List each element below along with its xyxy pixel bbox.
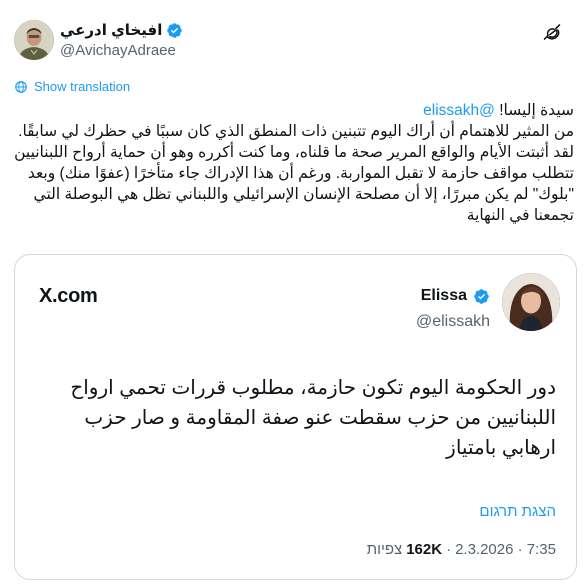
quoted-show-translation-link[interactable]: הצגת תרגום (479, 503, 556, 520)
mention-link[interactable]: @elissakh (423, 102, 495, 119)
globe-icon (15, 80, 27, 93)
quoted-tweet-text: دور الحكومة اليوم تكون حازمة، مطلوب قررا… (70, 377, 556, 459)
tweet-greeting-line: سيدة إليسا! @elissakh (14, 100, 574, 121)
grok-icon[interactable] (542, 22, 562, 42)
views-count: 162K (406, 541, 443, 558)
show-translation-label[interactable]: Show translation (34, 79, 130, 94)
quoted-tweet-meta: 7:35 · 2.3.2026 · 162K צפיות (367, 541, 556, 558)
tweet-header: افيخاي ادرعي @AvichayAdraee (0, 0, 587, 70)
quoted-timestamp[interactable]: 7:35 · 2.3.2026 (455, 541, 556, 558)
author-name-row: افيخاي ادرعي (60, 20, 183, 40)
quoted-name-row: Elissa (421, 287, 490, 305)
author-avatar[interactable] (14, 20, 54, 60)
quoted-author-handle[interactable]: @elissakh (416, 313, 490, 331)
author-handle[interactable]: @AvichayAdraee (60, 42, 176, 59)
tweet-greeting: سيدة إليسا! (494, 102, 574, 119)
meta-separator: · (446, 541, 452, 558)
quoted-author-avatar[interactable] (502, 273, 560, 331)
quoted-author-name[interactable]: Elissa (421, 287, 467, 305)
views-label: צפיות (366, 541, 403, 558)
tweet-body: من المثير للاهتمام أن أراك اليوم تتبنين … (14, 123, 574, 224)
author-display-name[interactable]: افيخاي ادرعي (60, 21, 162, 39)
verified-badge-icon (167, 22, 183, 38)
quoted-tweet-card[interactable]: X.com Elissa @elissakh دور الحكومة اليوم… (14, 254, 577, 580)
verified-badge-icon (474, 288, 489, 304)
show-translation-link[interactable]: Show translation (14, 79, 130, 94)
tweet-text: سيدة إليسا! @elissakh من المثير للاهتمام… (14, 100, 574, 226)
site-label: X.com (39, 285, 98, 307)
